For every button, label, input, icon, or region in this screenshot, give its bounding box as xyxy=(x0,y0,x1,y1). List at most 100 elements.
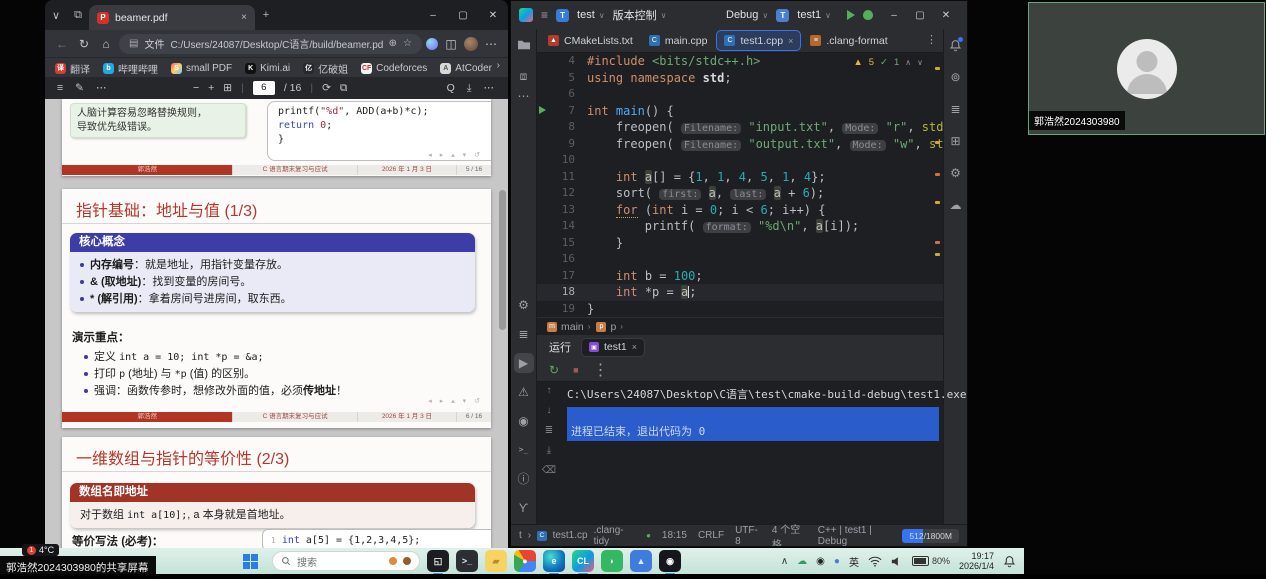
taskbar-explorer[interactable]: ▰ xyxy=(485,550,507,572)
run-more-icon[interactable]: ⋮ xyxy=(593,360,609,380)
page-number-input[interactable]: 6 xyxy=(253,81,275,95)
status-item[interactable]: ● xyxy=(646,531,651,540)
speaker-icon[interactable] xyxy=(891,556,903,567)
status-item[interactable]: 4 个空格 xyxy=(772,521,807,548)
tray-chevron-icon[interactable]: ∧ xyxy=(781,556,788,567)
tab-main-cpp[interactable]: C main.cpp xyxy=(642,31,715,50)
stop-icon[interactable]: ■ xyxy=(573,365,578,375)
code-line[interactable]: 17 int b = 100; xyxy=(537,268,943,285)
services-icon[interactable]: ◉ xyxy=(514,411,534,431)
refresh-icon[interactable]: ↻ xyxy=(75,37,93,51)
browser-more-icon[interactable]: ⋯ xyxy=(482,37,500,51)
taskbar-search[interactable]: 搜索 xyxy=(272,551,420,571)
problems-icon[interactable]: ⚠ xyxy=(514,382,534,402)
taskbar-qq[interactable]: ◉ xyxy=(659,550,681,572)
main-menu-icon[interactable]: ≡ xyxy=(541,8,548,22)
address-bar[interactable]: ▤ 文件 C:/Users/24087/Desktop/C语言/build/be… xyxy=(119,34,422,54)
browser-tab[interactable]: P beamer.pdf × xyxy=(89,5,255,30)
scroll-end-icon[interactable]: ⤓ xyxy=(547,445,551,456)
soft-wrap-icon[interactable]: ≣ xyxy=(545,425,553,436)
run-toolwindow-icon[interactable]: ▶ xyxy=(514,353,534,373)
status-item[interactable]: 18:15 xyxy=(662,530,687,541)
address-url[interactable]: C:/Users/24087/Desktop/C语言/build/beamer.… xyxy=(170,36,382,51)
tab-test1-cpp[interactable]: C test1.cpp × xyxy=(716,30,801,51)
battery-indicator[interactable]: 80% xyxy=(912,556,950,566)
run-console-tab[interactable]: ▣ test1 × xyxy=(581,338,645,357)
pdf-draw-icon[interactable]: ✎ xyxy=(75,82,84,94)
code-line[interactable]: 5 using namespace std; xyxy=(537,70,943,87)
bookmark-yipojie[interactable]: 亿 亿破姐 xyxy=(303,61,348,76)
zoom-icon[interactable]: ⊕ xyxy=(389,38,397,49)
tab-search-icon[interactable]: ∨ xyxy=(45,9,67,22)
bookmark-kimi[interactable]: K Kimi.ai xyxy=(245,63,290,74)
taskbar-clock[interactable]: 19:17 2026/1/4 xyxy=(959,551,994,571)
vcs-dropdown[interactable]: 版本控制∨ xyxy=(613,7,667,23)
tab-close-icon[interactable]: × xyxy=(788,36,793,46)
zoom-out-icon[interactable]: − xyxy=(193,82,199,94)
status-item[interactable]: UTF-8 xyxy=(735,525,761,547)
tab-cmakelists[interactable]: ▲ CMakeLists.txt xyxy=(541,31,640,50)
code-line[interactable]: 18 int *p = a; xyxy=(537,284,943,301)
fit-page-icon[interactable]: ⊞ xyxy=(223,82,232,94)
git-icon[interactable]: ϒ xyxy=(514,498,534,518)
taskbar-photos[interactable]: ▲ xyxy=(630,550,652,572)
pdf-search-icon[interactable]: Q xyxy=(447,82,455,94)
pdf-more-icon[interactable]: ⋯ xyxy=(96,82,107,94)
next-issue-icon[interactable]: ∨ xyxy=(917,58,923,67)
run-button[interactable] xyxy=(847,10,855,20)
tab-clang-format[interactable]: ≡ .clang-format xyxy=(803,31,894,50)
project-dropdown[interactable]: test∨ xyxy=(577,9,605,21)
breadcrumb-main[interactable]: m main › xyxy=(547,321,590,333)
copilot-icon[interactable] xyxy=(426,38,438,50)
bookmarks-overflow-icon[interactable]: › xyxy=(497,60,500,71)
rotate-icon[interactable]: ⟳ xyxy=(322,82,331,94)
terminal-icon[interactable]: >_ xyxy=(514,440,534,460)
status-item[interactable]: .clang-tidy xyxy=(594,525,635,547)
code-editor[interactable]: 4 #include <bits/stdc++.h> 5 using names… xyxy=(537,53,943,317)
scroll-bottom-icon[interactable]: ↓ xyxy=(547,405,552,416)
code-line[interactable]: 16 xyxy=(537,251,943,268)
tab-close-icon[interactable]: × xyxy=(632,342,637,352)
back-icon[interactable]: ← xyxy=(53,37,71,51)
weather-widget[interactable]: 1 4°C xyxy=(22,544,59,556)
new-tab-button[interactable]: + xyxy=(255,9,277,21)
taskbar-edge[interactable]: e xyxy=(543,550,565,572)
code-line[interactable]: 8 freopen( Filename: "input.txt", Mode: … xyxy=(537,119,943,136)
more-tools-icon[interactable]: ⋯ xyxy=(514,86,534,106)
code-line[interactable]: 11 int a[] = {1, 1, 4, 5, 1, 4}; xyxy=(537,169,943,186)
status-file[interactable]: test1.cp xyxy=(553,530,588,541)
debug-button[interactable] xyxy=(863,10,873,20)
zoom-in-icon[interactable]: + xyxy=(208,82,214,94)
maximize-button[interactable]: ▢ xyxy=(907,10,933,21)
tabs-more-icon[interactable]: ⋮ xyxy=(926,33,937,46)
tray-cloud-icon[interactable]: ☁ xyxy=(797,556,807,567)
pdf-menu-icon[interactable]: ≡ xyxy=(57,82,63,94)
code-line[interactable]: 7 int main() { xyxy=(537,103,943,120)
project-folder-icon[interactable] xyxy=(514,35,534,55)
close-button[interactable]: ✕ xyxy=(933,10,959,21)
close-button[interactable]: ✕ xyxy=(478,10,508,21)
home-icon[interactable]: ⌂ xyxy=(97,37,115,51)
database-icon[interactable]: ≣ xyxy=(946,99,966,119)
minimize-button[interactable]: – xyxy=(881,10,907,21)
error-stripe[interactable] xyxy=(933,53,942,317)
status-item[interactable]: CRLF xyxy=(698,530,724,541)
memory-indicator[interactable]: 512/1800M xyxy=(902,529,959,543)
inspection-widget[interactable]: ▲5 ✓1 ∧ ∨ xyxy=(849,56,927,69)
rerun-icon[interactable]: ↻ xyxy=(549,363,559,377)
favorite-star-icon[interactable]: ☆ xyxy=(403,38,412,49)
taskbar-terminal[interactable]: >_ xyxy=(456,550,478,572)
run-config-dropdown[interactable]: test1∨ xyxy=(797,9,831,21)
build-tool-icon[interactable]: ⚙ xyxy=(946,163,966,183)
pdf-viewer[interactable]: 人脑计算容易忽略替换规则， 导致优先级错误。 printf("%d", ADD(… xyxy=(45,99,508,553)
code-line[interactable]: 14 printf( format: "%d\n", a[i]); xyxy=(537,218,943,235)
ai-assistant-icon[interactable]: ⊚ xyxy=(946,67,966,87)
todo-icon[interactable]: ≣ xyxy=(514,324,534,344)
notification-bell-icon[interactable] xyxy=(1003,555,1016,568)
profile-avatar[interactable] xyxy=(464,37,478,51)
inspections-icon[interactable]: ⓘ xyxy=(514,469,534,489)
start-button[interactable] xyxy=(243,554,258,569)
bookmark-fanyi[interactable]: 译 翻译 xyxy=(55,61,90,76)
taskbar-clion[interactable]: CL xyxy=(572,550,594,572)
code-line[interactable]: 12 sort( first: a, last: a + 6); xyxy=(537,185,943,202)
